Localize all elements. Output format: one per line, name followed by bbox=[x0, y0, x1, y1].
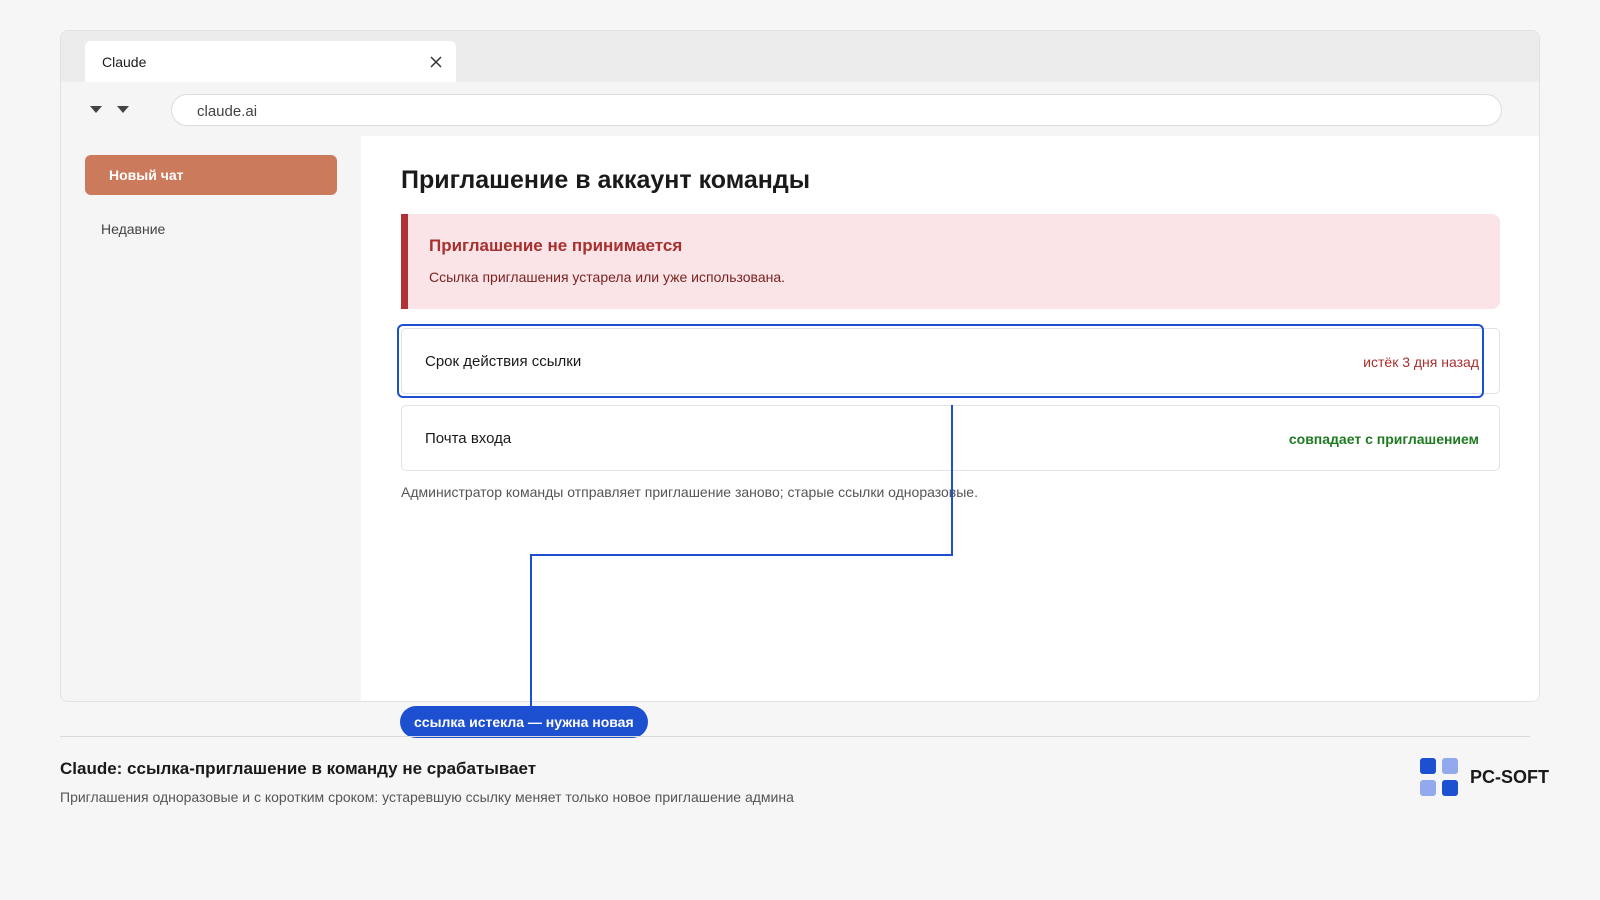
status-row-login-email: Почта входа совпадает с приглашением bbox=[401, 405, 1500, 471]
tab-title: Claude bbox=[102, 54, 147, 70]
alert-text: Ссылка приглашения устарела или уже испо… bbox=[429, 269, 786, 285]
browser-tab[interactable]: Claude bbox=[85, 41, 456, 82]
address-text: claude.ai bbox=[197, 103, 258, 120]
annotation-callout: ссылка истекла — нужна новая bbox=[400, 706, 648, 738]
new-chat-button[interactable]: Новый чат bbox=[85, 155, 337, 195]
caption-title: Claude: ссылка-приглашение в команду не … bbox=[60, 759, 537, 778]
main-content: Приглашение в аккаунт команды Приглашени… bbox=[361, 136, 1539, 701]
address-bar[interactable]: claude.ai bbox=[171, 94, 1502, 126]
browser-window: Claude claude.ai Новый чат Недавние Приг… bbox=[60, 30, 1540, 702]
row-label: Почта входа bbox=[425, 430, 512, 447]
alert-title: Приглашение не принимается bbox=[429, 236, 683, 255]
divider bbox=[60, 736, 1530, 737]
brand: PC-SOFT bbox=[1420, 758, 1549, 796]
caption-subtitle: Приглашения одноразовые и с коротким сро… bbox=[60, 789, 794, 805]
brand-name: PC-SOFT bbox=[1470, 766, 1549, 787]
chevron-down-icon[interactable] bbox=[86, 101, 106, 117]
footnote: Администратор команды отправляет приглаш… bbox=[401, 484, 978, 500]
chevron-down-icon[interactable] bbox=[113, 101, 133, 117]
tab-bar: Claude bbox=[61, 31, 1539, 82]
browser-toolbar: claude.ai bbox=[61, 82, 1539, 136]
highlight-frame bbox=[397, 324, 1484, 398]
row-status-value: совпадает с приглашением bbox=[1288, 431, 1479, 447]
sidebar: Новый чат Недавние bbox=[61, 136, 361, 701]
error-alert: Приглашение не принимается Ссылка пригла… bbox=[401, 214, 1500, 309]
sidebar-item-recent[interactable]: Недавние bbox=[101, 221, 165, 237]
grid-logo-icon bbox=[1420, 758, 1458, 796]
page-title: Приглашение в аккаунт команды bbox=[401, 166, 811, 194]
close-icon[interactable] bbox=[424, 50, 448, 74]
